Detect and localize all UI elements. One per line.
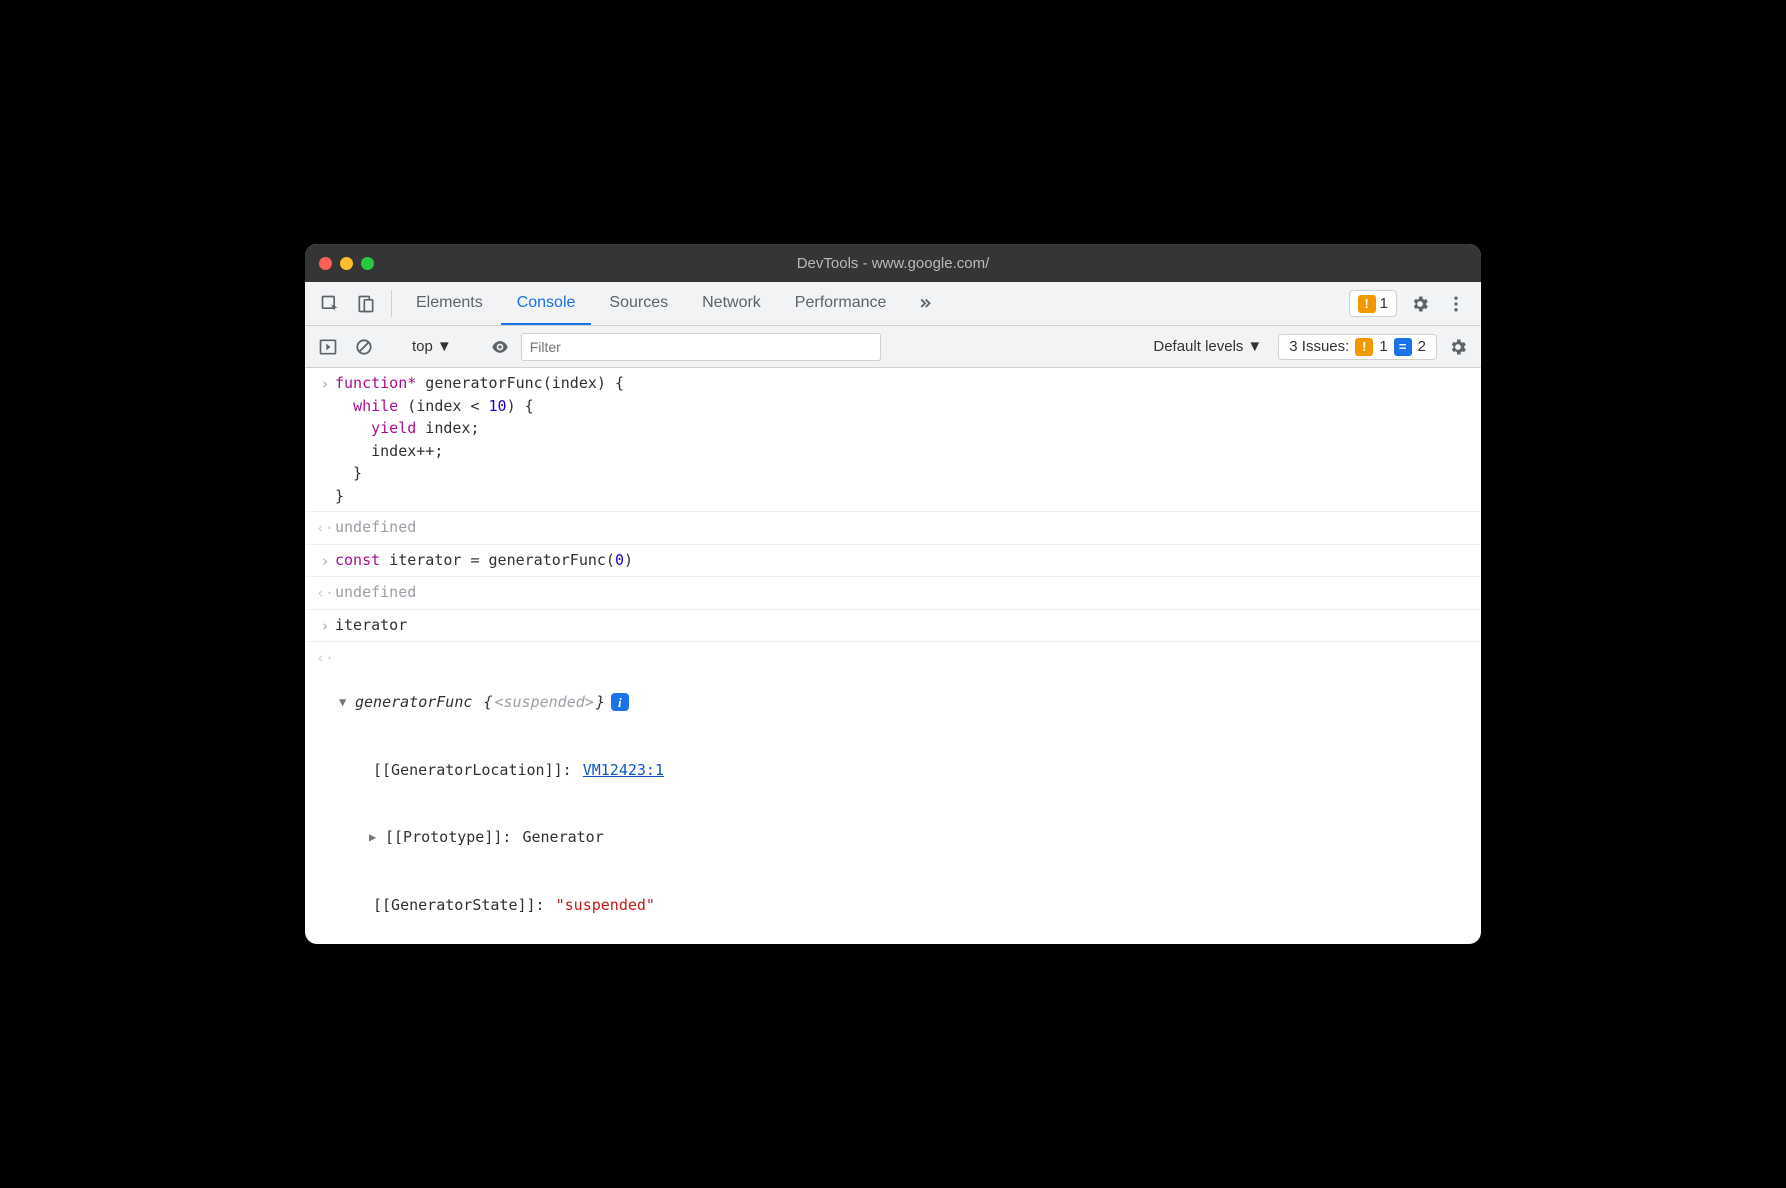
disclosure-triangle-icon[interactable]	[369, 828, 383, 846]
code-entry: iterator	[335, 614, 1471, 637]
disclosure-triangle-icon[interactable]	[339, 693, 353, 711]
window-title: DevTools - www.google.com/	[305, 255, 1481, 272]
object-property[interactable]: [[GeneratorLocation]]: VM12423:1	[339, 759, 1471, 782]
levels-label: Default levels	[1153, 338, 1243, 355]
maximize-icon[interactable]	[361, 257, 374, 270]
tab-performance[interactable]: Performance	[779, 282, 903, 325]
issues-label: 3 Issues:	[1289, 338, 1349, 355]
traffic-lights	[319, 257, 374, 270]
input-chevron-icon: ›	[315, 614, 335, 638]
object-property[interactable]: [[Prototype]]: Generator	[339, 826, 1471, 849]
console-input-row: › iterator	[305, 610, 1481, 643]
warning-icon: !	[1358, 295, 1376, 313]
more-tabs-icon[interactable]	[904, 282, 946, 325]
output-chevron-icon: ‹·	[315, 646, 335, 670]
input-chevron-icon: ›	[315, 549, 335, 573]
console-input-row: › function* generatorFunc(index) { while…	[305, 368, 1481, 512]
info-icon[interactable]: i	[611, 693, 629, 711]
warning-icon: !	[1355, 338, 1373, 356]
code-entry: const iterator = generatorFunc(0)	[335, 549, 1471, 572]
tab-network[interactable]: Network	[686, 282, 777, 325]
titlebar: DevTools - www.google.com/	[305, 244, 1481, 282]
clear-console-icon[interactable]	[349, 337, 379, 357]
info-icon: =	[1394, 338, 1412, 356]
output-chevron-icon: ‹·	[315, 516, 335, 540]
console-input-row: › const iterator = generatorFunc(0)	[305, 545, 1481, 578]
close-icon[interactable]	[319, 257, 332, 270]
inspect-icon[interactable]	[313, 282, 347, 325]
source-link[interactable]: VM12423:1	[583, 759, 664, 782]
issues-warn-count: 1	[1379, 338, 1387, 355]
kebab-menu-icon[interactable]	[1439, 282, 1473, 325]
settings-icon[interactable]	[1403, 282, 1437, 325]
console-settings-icon[interactable]	[1443, 337, 1473, 357]
issues-pill[interactable]: ! 1	[1349, 290, 1397, 317]
output-value: undefined	[335, 581, 1471, 604]
context-select[interactable]: top ▼	[404, 338, 460, 355]
tab-console[interactable]: Console	[501, 282, 592, 325]
sidebar-toggle-icon[interactable]	[313, 337, 343, 357]
object-header[interactable]: generatorFunc { <suspended> } i	[339, 691, 1471, 714]
object-property[interactable]: [[GeneratorState]]: "suspended"	[339, 894, 1471, 917]
output-chevron-icon: ‹·	[315, 581, 335, 605]
chevron-down-icon: ▼	[1247, 338, 1262, 355]
tabbar: Elements Console Sources Network Perform…	[305, 282, 1481, 326]
object-name: generatorFunc	[355, 691, 481, 714]
console-body[interactable]: › function* generatorFunc(index) { while…	[305, 368, 1481, 944]
filter-input[interactable]	[521, 333, 881, 361]
chevron-down-icon: ▼	[437, 338, 452, 355]
issues-count: 1	[1380, 295, 1388, 312]
log-levels-select[interactable]: Default levels ▼	[1143, 338, 1272, 355]
context-label: top	[412, 338, 433, 355]
code-entry: function* generatorFunc(index) { while (…	[335, 372, 1471, 507]
tab-elements[interactable]: Elements	[400, 282, 499, 325]
output-value: undefined	[335, 516, 1471, 539]
issues-box[interactable]: 3 Issues: ! 1 = 2	[1278, 334, 1437, 360]
issues-info-count: 2	[1418, 338, 1426, 355]
console-output-row: ‹· generatorFunc { <suspended> } i [[Gen…	[305, 642, 1481, 944]
devtools-window: DevTools - www.google.com/ Elements Cons…	[305, 244, 1481, 944]
tab-sources[interactable]: Sources	[593, 282, 684, 325]
input-chevron-icon: ›	[315, 372, 335, 396]
console-toolbar: top ▼ Default levels ▼ 3 Issues: ! 1 = 2	[305, 326, 1481, 368]
device-toggle-icon[interactable]	[349, 282, 383, 325]
console-output-row: ‹· undefined	[305, 577, 1481, 610]
console-output-row: ‹· undefined	[305, 512, 1481, 545]
live-expression-icon[interactable]	[485, 337, 515, 357]
divider	[391, 290, 392, 317]
minimize-icon[interactable]	[340, 257, 353, 270]
object-inspector: generatorFunc { <suspended> } i [[Genera…	[335, 646, 1471, 944]
